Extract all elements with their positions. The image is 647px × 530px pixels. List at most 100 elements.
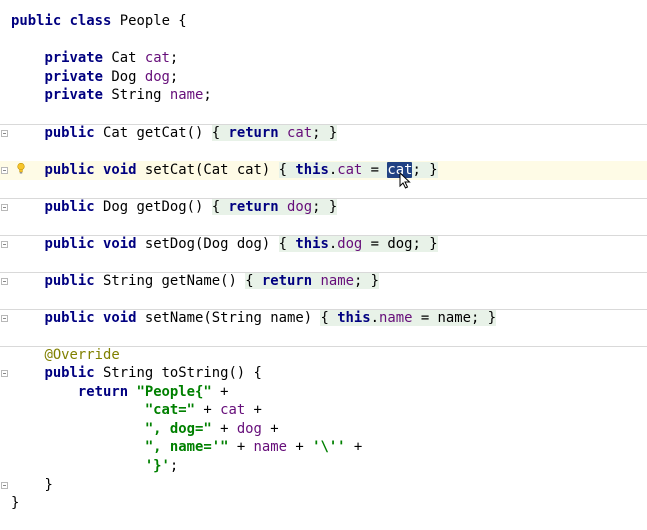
code-text: ; xyxy=(169,50,179,66)
code-text: Cat xyxy=(103,50,145,66)
field-name: name xyxy=(320,273,354,289)
code-text: = name; } xyxy=(412,310,497,326)
keyword: public xyxy=(11,13,62,29)
code-text: { xyxy=(245,273,262,289)
code-line[interactable]: "cat=" + cat + xyxy=(0,401,647,420)
field-name: cat xyxy=(337,162,363,178)
code-text: + xyxy=(261,421,279,437)
keyword: class xyxy=(69,13,112,29)
keyword: private xyxy=(44,87,103,103)
field-name: dog xyxy=(144,69,170,85)
code-line[interactable]: private String name; xyxy=(0,86,647,105)
keyword: public xyxy=(44,236,95,252)
code-text: + xyxy=(287,439,313,455)
string-literal: '\'' xyxy=(312,439,346,455)
annotation: @Override xyxy=(44,347,120,363)
code-text: { xyxy=(278,162,296,178)
code-text: ; } xyxy=(353,273,380,289)
keyword: return xyxy=(228,125,279,141)
code-line[interactable]: public void setDog(Dog dog) { this.dog =… xyxy=(0,235,647,254)
code-line[interactable]: public String getName() { return name; } xyxy=(0,272,647,291)
code-text: setDog(Dog dog) xyxy=(136,236,279,252)
keyword: private xyxy=(44,50,103,66)
code-text: + xyxy=(228,439,254,455)
field-name: cat xyxy=(220,402,246,418)
keyword: this xyxy=(337,310,371,326)
code-editor[interactable]: public class People { private Cat cat; p… xyxy=(0,0,647,530)
code-text: } xyxy=(11,495,20,511)
string-literal: "People{" xyxy=(136,384,212,400)
field-name: dog xyxy=(236,421,262,437)
keyword: public xyxy=(44,310,95,326)
code-line[interactable]: private Dog dog; xyxy=(0,68,647,87)
keyword: public xyxy=(44,199,95,215)
string-literal: '}' xyxy=(144,458,170,474)
keyword: void xyxy=(103,310,137,326)
keyword: this xyxy=(295,236,329,252)
string-literal: "cat=" xyxy=(144,402,195,418)
fold-marker-icon[interactable] xyxy=(1,167,8,174)
folded-block: { this.name = name; } xyxy=(320,310,497,326)
code-text: ; } xyxy=(412,162,438,178)
folded-block: { this.cat = cat; } xyxy=(278,162,438,178)
code-line[interactable]: public class People { xyxy=(0,12,647,31)
code-line[interactable]: '}'; xyxy=(0,457,647,476)
code-text: ; } xyxy=(312,125,338,141)
code-text: { xyxy=(320,310,338,326)
code-line[interactable]: private Cat cat; xyxy=(0,49,647,68)
keyword: void xyxy=(103,162,137,178)
field-name: dog xyxy=(337,236,363,252)
string-literal: ", dog=" xyxy=(144,421,212,437)
code-text: setName(String name) xyxy=(136,310,321,326)
code-text: = dog; } xyxy=(362,236,438,252)
code-line[interactable]: public Cat getCat() { return cat; } xyxy=(0,124,647,143)
code-line[interactable]: return "People{" + xyxy=(0,383,647,402)
code-text: + xyxy=(211,384,229,400)
keyword: public xyxy=(44,273,95,289)
code-text: . xyxy=(328,236,338,252)
mouse-cursor-icon xyxy=(399,172,411,189)
code-text: } xyxy=(44,477,53,493)
code-text: = xyxy=(362,162,388,178)
field-name: cat xyxy=(144,50,170,66)
code-line[interactable]: } xyxy=(0,476,647,495)
keyword: void xyxy=(103,236,137,252)
code-line[interactable]: } xyxy=(0,494,647,513)
code-line[interactable]: public void setName(String name) { this.… xyxy=(0,309,647,328)
keyword: public xyxy=(44,365,95,381)
code-line[interactable]: ", dog=" + dog + xyxy=(0,420,647,439)
keyword: this xyxy=(295,162,329,178)
code-text: ; } xyxy=(312,199,338,215)
code-text: . xyxy=(328,162,338,178)
code-text: + xyxy=(245,402,262,418)
code-line[interactable]: @Override xyxy=(0,346,647,365)
lightbulb-icon[interactable] xyxy=(17,163,25,174)
keyword: return xyxy=(228,199,279,215)
keyword: return xyxy=(261,273,313,289)
code-text: setCat(Cat cat) xyxy=(136,162,279,178)
code-text: Dog getDog() xyxy=(94,199,212,215)
code-line[interactable]: ", name='" + name + '\'' + xyxy=(0,438,647,457)
current-code-line[interactable]: public void setCat(Cat cat) { this.cat =… xyxy=(0,161,647,180)
code-text: . xyxy=(370,310,380,326)
code-line[interactable]: public String toString() { xyxy=(0,364,647,383)
code-text: Dog xyxy=(103,69,145,85)
code-line[interactable]: public Dog getDog() { return dog; } xyxy=(0,198,647,217)
code-text: People { xyxy=(111,13,187,29)
code-text: String toString() { xyxy=(94,365,262,381)
code-text: + xyxy=(345,439,363,455)
keyword: return xyxy=(77,384,129,400)
field-name: name xyxy=(379,310,413,326)
